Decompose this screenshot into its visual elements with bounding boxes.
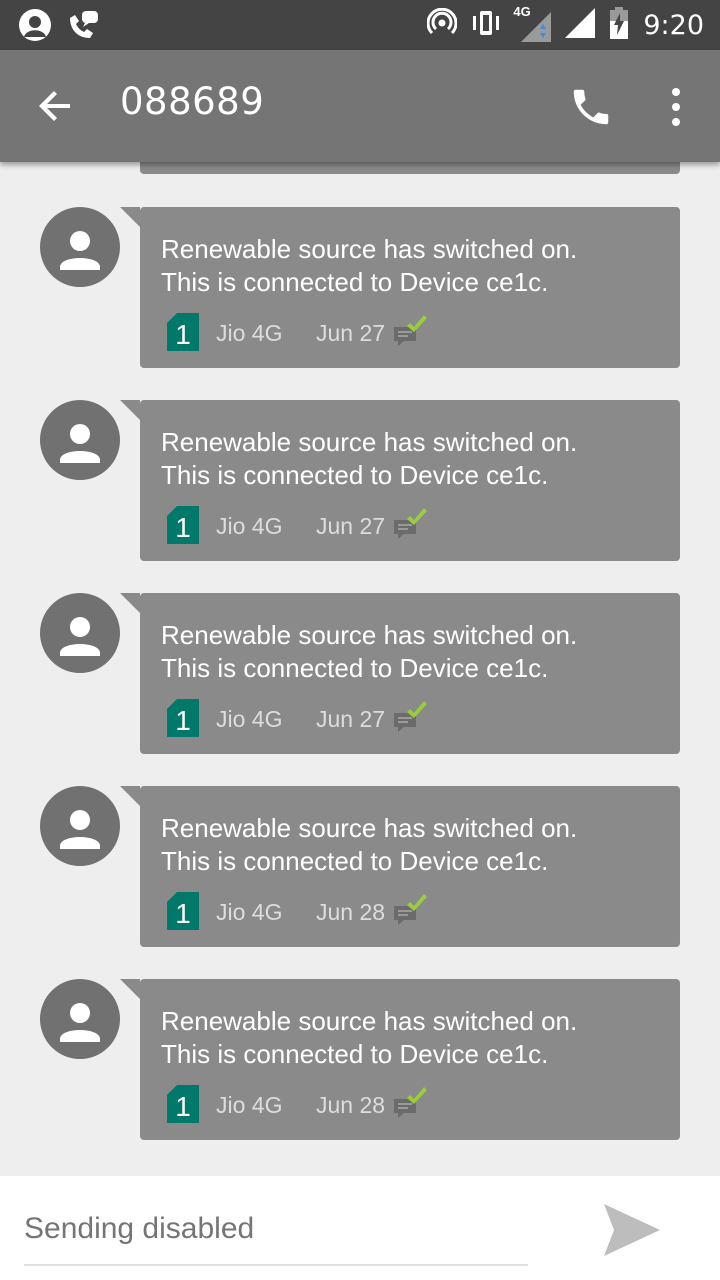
- delivered-icon: [394, 894, 428, 926]
- avatar[interactable]: [40, 786, 120, 866]
- avatar[interactable]: [40, 400, 120, 480]
- wifi-call-icon: [66, 8, 100, 46]
- avatar[interactable]: [40, 207, 120, 287]
- signal-4g-icon: 4G: [513, 4, 552, 42]
- carrier-label: Jio 4G: [216, 899, 283, 925]
- message-item[interactable]: Renewable source has switched on. This i…: [0, 207, 720, 369]
- more-vert-icon[interactable]: [660, 84, 692, 130]
- delivered-icon: [394, 508, 428, 540]
- sim-badge: 1: [167, 1085, 199, 1123]
- message-line: This is connected to Device ce1c.: [161, 846, 549, 876]
- message-meta: 1 Jio 4G Jun 28: [167, 890, 467, 930]
- compose-placeholder: Sending disabled: [24, 1212, 255, 1245]
- avatar-status-icon: [18, 8, 52, 46]
- message-line: This is connected to Device ce1c.: [161, 460, 549, 490]
- signal-icon: [565, 8, 596, 42]
- battery-charging-icon: [609, 7, 629, 43]
- person-icon: [60, 424, 100, 463]
- message-list[interactable]: Renewable source has switched on. This i…: [0, 162, 720, 1176]
- message-bubble[interactable]: Renewable source has switched on. This i…: [120, 979, 680, 1140]
- message-text: Renewable source has switched on. This i…: [161, 233, 671, 299]
- vibrate-icon: [471, 8, 501, 42]
- carrier-label: Jio 4G: [216, 320, 283, 346]
- message-item[interactable]: Renewable source has switched on. This i…: [0, 400, 720, 562]
- carrier-label: Jio 4G: [216, 706, 283, 732]
- person-icon: [60, 617, 100, 656]
- person-icon: [60, 1003, 100, 1042]
- message-line: Renewable source has switched on.: [161, 620, 578, 650]
- message-text: Renewable source has switched on. This i…: [161, 619, 671, 685]
- hotspot-icon: [426, 7, 458, 42]
- message-date: Jun 27: [316, 706, 386, 732]
- message-date: Jun 28: [316, 899, 386, 925]
- message-date: Jun 27: [316, 513, 386, 539]
- delivered-icon: [394, 701, 428, 733]
- compose-bar: Sending disabled: [0, 1176, 720, 1280]
- delivered-icon: [394, 1087, 428, 1119]
- carrier-label: Jio 4G: [216, 513, 283, 539]
- message-bubble-partial: [140, 162, 680, 174]
- message-text: Renewable source has switched on. This i…: [161, 812, 671, 878]
- avatar[interactable]: [40, 979, 120, 1059]
- message-bubble[interactable]: Renewable source has switched on. This i…: [120, 207, 680, 368]
- message-item[interactable]: Renewable source has switched on. This i…: [0, 979, 720, 1141]
- message-line: This is connected to Device ce1c.: [161, 267, 549, 297]
- message-meta: 1 Jio 4G Jun 27: [167, 697, 467, 737]
- message-date: Jun 28: [316, 1092, 386, 1118]
- sim-badge: 1: [167, 892, 199, 930]
- sim-badge: 1: [167, 313, 199, 351]
- sim-number: 1: [175, 705, 191, 736]
- phone-icon[interactable]: [568, 84, 614, 130]
- message-date: Jun 27: [316, 320, 386, 346]
- sim-number: 1: [175, 898, 191, 929]
- status-bar: 4G 9:20: [0, 0, 720, 50]
- network-type-label: 4G: [513, 4, 531, 19]
- message-text: Renewable source has switched on. This i…: [161, 426, 671, 492]
- message-line: Renewable source has switched on.: [161, 813, 578, 843]
- message-meta: 1 Jio 4G Jun 28: [167, 1083, 467, 1123]
- app-bar: 088689: [0, 50, 720, 162]
- message-line: Renewable source has switched on.: [161, 234, 578, 264]
- message-item[interactable]: Renewable source has switched on. This i…: [0, 786, 720, 948]
- message-line: Renewable source has switched on.: [161, 1006, 578, 1036]
- avatar[interactable]: [40, 593, 120, 673]
- sim-number: 1: [175, 319, 191, 350]
- message-item[interactable]: Renewable source has switched on. This i…: [0, 593, 720, 755]
- arrow-back-icon[interactable]: [34, 84, 78, 128]
- message-text: Renewable source has switched on. This i…: [161, 1005, 671, 1071]
- sim-number: 1: [175, 1091, 191, 1122]
- sim-number: 1: [175, 512, 191, 543]
- sim-badge: 1: [167, 506, 199, 544]
- delivered-icon: [394, 315, 428, 347]
- clock: 9:20: [643, 9, 704, 41]
- sim-badge: 1: [167, 699, 199, 737]
- message-line: This is connected to Device ce1c.: [161, 1039, 549, 1069]
- message-line: This is connected to Device ce1c.: [161, 653, 549, 683]
- person-icon: [60, 810, 100, 849]
- person-icon: [60, 231, 100, 270]
- conversation-title: 088689: [120, 80, 265, 123]
- message-meta: 1 Jio 4G Jun 27: [167, 504, 467, 544]
- message-meta: 1 Jio 4G Jun 27: [167, 311, 467, 351]
- carrier-label: Jio 4G: [216, 1092, 283, 1118]
- message-input[interactable]: Sending disabled: [24, 1212, 528, 1266]
- message-bubble[interactable]: Renewable source has switched on. This i…: [120, 786, 680, 947]
- send-icon[interactable]: [600, 1200, 664, 1260]
- message-bubble[interactable]: Renewable source has switched on. This i…: [120, 593, 680, 754]
- message-bubble[interactable]: Renewable source has switched on. This i…: [120, 400, 680, 561]
- message-line: Renewable source has switched on.: [161, 427, 578, 457]
